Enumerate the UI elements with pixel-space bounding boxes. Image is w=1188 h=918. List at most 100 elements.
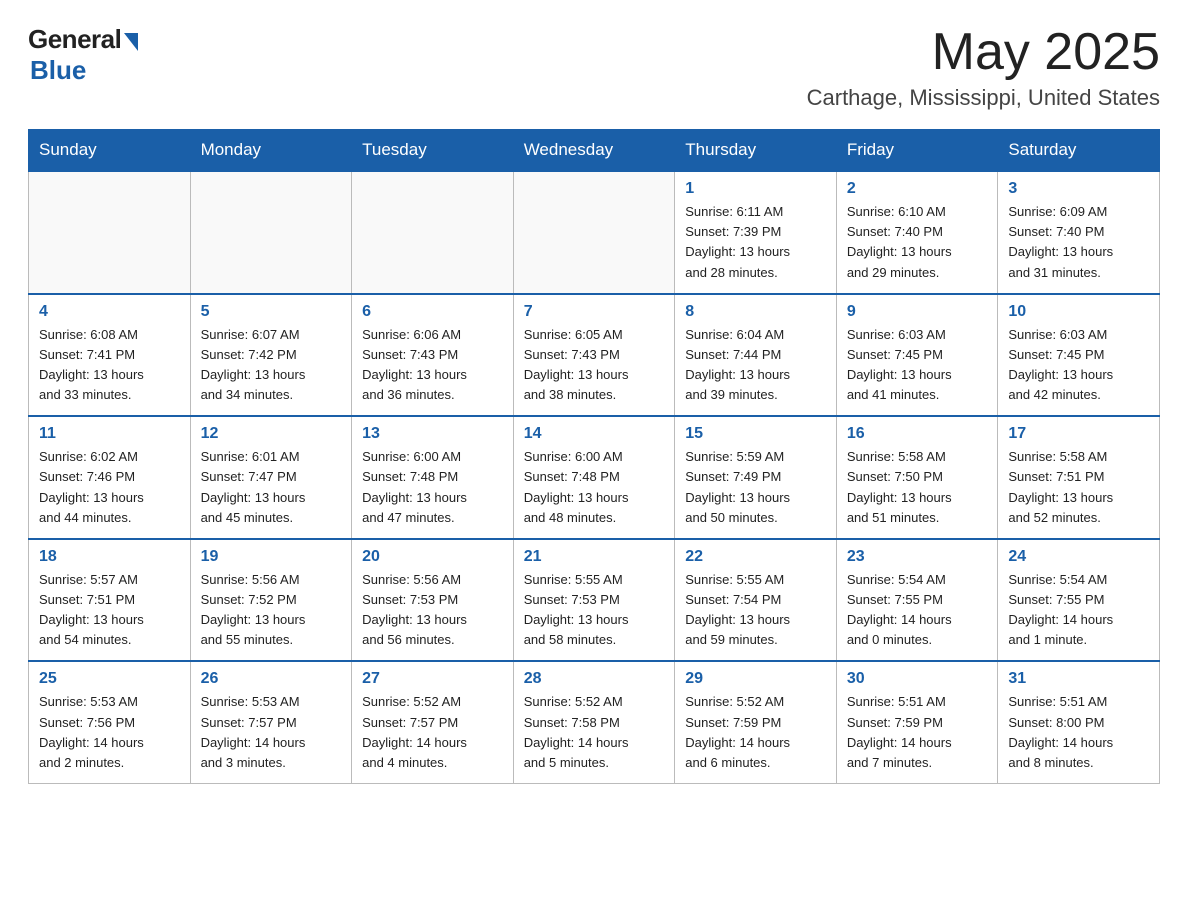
calendar-header-row: SundayMondayTuesdayWednesdayThursdayFrid… [29,130,1160,172]
calendar-cell: 11Sunrise: 6:02 AM Sunset: 7:46 PM Dayli… [29,416,191,539]
day-number: 8 [685,303,826,321]
day-number: 22 [685,548,826,566]
calendar-cell: 28 Sunrise: 5:52 AM Sunset: 7:58 PM Dayli… [513,661,675,783]
calendar-cell: 10 Sunrise: 6:03 AM Sunset: 7:45 PM Dayli… [998,294,1160,417]
calendar-cell: 31Sunrise: 5:51 AM Sunset: 8:00 PM Dayli… [998,661,1160,783]
day-number: 20 [362,548,503,566]
title-block: May 2025 Carthage, Mississippi, United S… [807,24,1160,111]
day-info: Sunrise: 5:52 AM Sunset: 7:59 PM Dayligh… [685,692,826,773]
calendar-cell: 2 Sunrise: 6:10 AM Sunset: 7:40 PM Daylig… [836,171,998,294]
day-info: Sunrise: 5:52 AM Sunset: 7:58 PM Dayligh… [524,692,665,773]
day-number: 3 [1008,180,1149,198]
day-number: 11 [39,425,180,443]
day-number: 28 [524,670,665,688]
week-row-5: 25 Sunrise: 5:53 AM Sunset: 7:56 PM Dayli… [29,661,1160,783]
day-info: Sunrise: 5:57 AM Sunset: 7:51 PM Dayligh… [39,570,180,651]
day-number: 13 [362,425,503,443]
week-row-3: 11Sunrise: 6:02 AM Sunset: 7:46 PM Dayli… [29,416,1160,539]
calendar-cell: 21 Sunrise: 5:55 AM Sunset: 7:53 PM Dayli… [513,539,675,662]
location-title: Carthage, Mississippi, United States [807,85,1160,111]
calendar-cell: 27 Sunrise: 5:52 AM Sunset: 7:57 PM Dayli… [352,661,514,783]
calendar-cell: 19Sunrise: 5:56 AM Sunset: 7:52 PM Dayli… [190,539,352,662]
day-info: Sunrise: 5:54 AM Sunset: 7:55 PM Dayligh… [1008,570,1149,651]
calendar-cell [190,171,352,294]
column-header-wednesday: Wednesday [513,130,675,172]
day-info: Sunrise: 5:51 AM Sunset: 7:59 PM Dayligh… [847,692,988,773]
calendar-cell: 7 Sunrise: 6:05 AM Sunset: 7:43 PM Daylig… [513,294,675,417]
day-info: Sunrise: 6:09 AM Sunset: 7:40 PM Dayligh… [1008,202,1149,283]
calendar-cell [29,171,191,294]
calendar-cell: 8 Sunrise: 6:04 AM Sunset: 7:44 PM Daylig… [675,294,837,417]
day-number: 2 [847,180,988,198]
calendar-cell: 29Sunrise: 5:52 AM Sunset: 7:59 PM Dayli… [675,661,837,783]
day-number: 1 [685,180,826,198]
day-info: Sunrise: 5:58 AM Sunset: 7:50 PM Dayligh… [847,447,988,528]
column-header-friday: Friday [836,130,998,172]
logo: General Blue [28,24,138,86]
calendar-cell: 6 Sunrise: 6:06 AM Sunset: 7:43 PM Daylig… [352,294,514,417]
calendar-cell: 18 Sunrise: 5:57 AM Sunset: 7:51 PM Dayli… [29,539,191,662]
week-row-4: 18 Sunrise: 5:57 AM Sunset: 7:51 PM Dayli… [29,539,1160,662]
day-info: Sunrise: 6:04 AM Sunset: 7:44 PM Dayligh… [685,325,826,406]
day-number: 25 [39,670,180,688]
day-info: Sunrise: 6:03 AM Sunset: 7:45 PM Dayligh… [1008,325,1149,406]
day-info: Sunrise: 5:55 AM Sunset: 7:54 PM Dayligh… [685,570,826,651]
day-number: 14 [524,425,665,443]
month-title: May 2025 [807,24,1160,81]
calendar-cell: 1 Sunrise: 6:11 AM Sunset: 7:39 PM Daylig… [675,171,837,294]
day-info: Sunrise: 6:06 AM Sunset: 7:43 PM Dayligh… [362,325,503,406]
calendar-cell: 26 Sunrise: 5:53 AM Sunset: 7:57 PM Dayli… [190,661,352,783]
calendar-cell: 12 Sunrise: 6:01 AM Sunset: 7:47 PM Dayli… [190,416,352,539]
day-info: Sunrise: 6:00 AM Sunset: 7:48 PM Dayligh… [524,447,665,528]
day-number: 4 [39,303,180,321]
logo-blue-text: Blue [30,55,86,86]
day-number: 21 [524,548,665,566]
day-info: Sunrise: 5:54 AM Sunset: 7:55 PM Dayligh… [847,570,988,651]
logo-arrow-icon [124,33,138,51]
day-info: Sunrise: 5:58 AM Sunset: 7:51 PM Dayligh… [1008,447,1149,528]
calendar-cell: 22 Sunrise: 5:55 AM Sunset: 7:54 PM Dayli… [675,539,837,662]
day-number: 9 [847,303,988,321]
day-number: 12 [201,425,342,443]
day-number: 6 [362,303,503,321]
calendar-cell: 16 Sunrise: 5:58 AM Sunset: 7:50 PM Dayli… [836,416,998,539]
day-info: Sunrise: 5:53 AM Sunset: 7:57 PM Dayligh… [201,692,342,773]
day-info: Sunrise: 5:53 AM Sunset: 7:56 PM Dayligh… [39,692,180,773]
day-number: 24 [1008,548,1149,566]
column-header-thursday: Thursday [675,130,837,172]
day-number: 7 [524,303,665,321]
calendar-cell: 3 Sunrise: 6:09 AM Sunset: 7:40 PM Daylig… [998,171,1160,294]
calendar-cell: 14 Sunrise: 6:00 AM Sunset: 7:48 PM Dayli… [513,416,675,539]
day-number: 17 [1008,425,1149,443]
day-info: Sunrise: 6:07 AM Sunset: 7:42 PM Dayligh… [201,325,342,406]
day-info: Sunrise: 6:10 AM Sunset: 7:40 PM Dayligh… [847,202,988,283]
calendar-cell [513,171,675,294]
day-number: 26 [201,670,342,688]
day-number: 10 [1008,303,1149,321]
calendar-cell: 25 Sunrise: 5:53 AM Sunset: 7:56 PM Dayli… [29,661,191,783]
day-info: Sunrise: 6:11 AM Sunset: 7:39 PM Dayligh… [685,202,826,283]
column-header-sunday: Sunday [29,130,191,172]
day-info: Sunrise: 5:51 AM Sunset: 8:00 PM Dayligh… [1008,692,1149,773]
day-info: Sunrise: 5:56 AM Sunset: 7:53 PM Dayligh… [362,570,503,651]
day-info: Sunrise: 6:05 AM Sunset: 7:43 PM Dayligh… [524,325,665,406]
calendar-cell: 4Sunrise: 6:08 AM Sunset: 7:41 PM Daylig… [29,294,191,417]
day-info: Sunrise: 5:52 AM Sunset: 7:57 PM Dayligh… [362,692,503,773]
calendar-cell: 17 Sunrise: 5:58 AM Sunset: 7:51 PM Dayli… [998,416,1160,539]
day-number: 5 [201,303,342,321]
logo-general-text: General [28,24,121,55]
column-header-monday: Monday [190,130,352,172]
calendar-cell: 23Sunrise: 5:54 AM Sunset: 7:55 PM Dayli… [836,539,998,662]
day-info: Sunrise: 6:01 AM Sunset: 7:47 PM Dayligh… [201,447,342,528]
calendar-cell [352,171,514,294]
day-number: 30 [847,670,988,688]
day-number: 15 [685,425,826,443]
calendar-cell: 9 Sunrise: 6:03 AM Sunset: 7:45 PM Daylig… [836,294,998,417]
day-number: 27 [362,670,503,688]
day-info: Sunrise: 5:55 AM Sunset: 7:53 PM Dayligh… [524,570,665,651]
day-number: 18 [39,548,180,566]
calendar-cell: 15Sunrise: 5:59 AM Sunset: 7:49 PM Dayli… [675,416,837,539]
column-header-tuesday: Tuesday [352,130,514,172]
day-info: Sunrise: 6:03 AM Sunset: 7:45 PM Dayligh… [847,325,988,406]
day-number: 16 [847,425,988,443]
